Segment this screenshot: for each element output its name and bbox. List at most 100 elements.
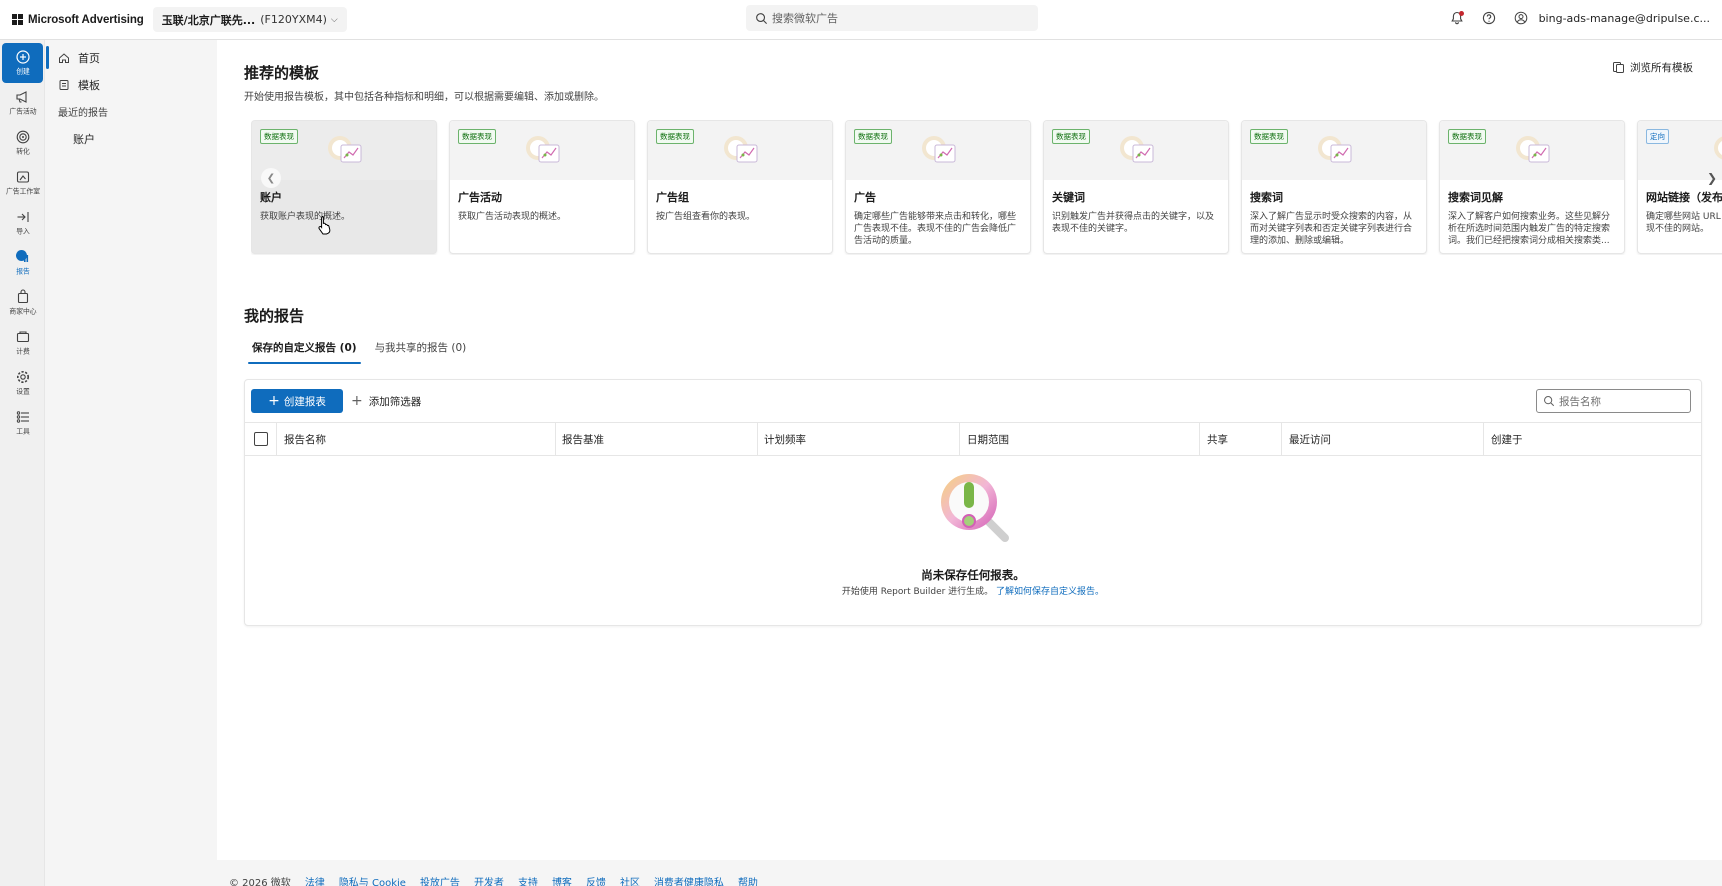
column-divider (959, 423, 960, 455)
tools-icon (16, 410, 29, 423)
rail-create[interactable]: 创建 (2, 43, 43, 83)
column-shared[interactable]: 共享 (1207, 423, 1228, 455)
footer-link-developers[interactable]: 开发者 (474, 874, 504, 886)
add-filter-label: 添加筛选器 (368, 395, 422, 408)
column-created-on[interactable]: 创建于 (1491, 423, 1523, 455)
card-title: 搜索词见解 (1448, 191, 1503, 204)
report-illustration-icon (922, 136, 956, 163)
search-icon (756, 12, 768, 24)
rail-tools-label: 工具 (15, 427, 30, 435)
rail-create-label: 创建 (15, 67, 30, 75)
carousel-previous-button[interactable]: ❮ (261, 168, 281, 188)
footer-link-feedback[interactable]: 反馈 (586, 874, 606, 886)
user-profile-button[interactable] (1505, 0, 1537, 36)
create-report-button[interactable]: + 创建报表 (251, 389, 343, 413)
footer-link-advertise[interactable]: 投放广告 (420, 874, 460, 886)
report-name-search-input[interactable]: 报告名称 (1536, 389, 1691, 413)
rail-ad-studio[interactable]: 广告工作室 (0, 163, 45, 203)
template-card-ad-group[interactable]: 数据表现 广告组 按广告组查看你的表现。 (647, 120, 833, 254)
carousel-next-button[interactable]: ❯ (1702, 168, 1722, 188)
footer-link-support[interactable]: 支持 (518, 874, 538, 886)
target-icon (16, 130, 29, 143)
rail-campaigns[interactable]: 广告活动 (0, 83, 45, 123)
card-tag: 数据表现 (854, 129, 892, 144)
card-description: 确定哪些网站 URL 目标设置表现良好，表现不佳的网站。 (1646, 212, 1722, 234)
template-card-campaign[interactable]: 数据表现 广告活动 获取广告活动表现的概述。 (449, 120, 635, 254)
card-tag: 数据表现 (656, 129, 694, 144)
subnav-home-label: 首页 (78, 51, 100, 65)
template-icon (59, 79, 69, 90)
add-filter-button[interactable]: + 添加筛选器 (351, 389, 421, 413)
rail-settings[interactable]: 设置 (0, 363, 45, 403)
learn-save-custom-report-link[interactable]: 了解如何保存自定义报告。 (996, 587, 1104, 597)
left-rail: 创建 广告活动 转化 广告工作室 导入 报告 商家中心 计费 设置 工具 (0, 40, 45, 886)
recommended-templates-description: 开始使用报告模板，其中包括各种指标和明细，可以根据需要编辑、添加或删除。 (244, 92, 604, 103)
subnav-templates[interactable]: 模板 (46, 71, 216, 98)
column-divider (757, 423, 758, 455)
template-card-ad[interactable]: 数据表现 广告 确定哪些广告能够带来点击和转化，哪些广告表现不佳。表现不佳的广告… (845, 120, 1031, 254)
report-icon (16, 250, 29, 262)
rail-reports[interactable]: 报告 (0, 243, 45, 283)
my-reports-tabs: 保存的自定义报告 (0) 与我共享的报告 (0) (248, 340, 480, 364)
shopping-bag-icon (17, 289, 28, 304)
rail-billing[interactable]: 计费 (0, 323, 45, 363)
report-illustration-icon (526, 136, 560, 163)
account-id: (F120YXM4) (260, 13, 327, 26)
global-search-input[interactable]: 搜索微软广告 (746, 5, 1038, 31)
user-email[interactable]: bing-ads-manage@dripulse.c... (1539, 12, 1710, 25)
recent-report-account[interactable]: 账户 (46, 125, 216, 152)
rail-reports-label: 报告 (15, 267, 30, 276)
footer-link-consumer-health-privacy[interactable]: 消费者健康隐私 (654, 874, 724, 886)
search-icon (1544, 396, 1555, 407)
rail-merchant-center[interactable]: 商家中心 (0, 283, 45, 323)
template-card-account[interactable]: 数据表现 账户 获取账户表现的概述。 (251, 120, 437, 254)
footer-link-blog[interactable]: 博客 (552, 874, 572, 886)
column-last-accessed[interactable]: 最近访问 (1289, 423, 1331, 455)
rail-conversions-label: 转化 (15, 147, 30, 155)
report-illustration-icon (724, 136, 758, 163)
footer-link-privacy[interactable]: 隐私与 Cookie (339, 874, 406, 886)
template-card-search-insights[interactable]: 数据表现 搜索词见解 深入了解客户如何搜索业务。这些见解分析在所选时间范围内触发… (1439, 120, 1625, 254)
template-card-search-term[interactable]: 数据表现 搜索词 深入了解广告显示时受众搜索的内容，从而对关键字列表和否定关键字… (1241, 120, 1427, 254)
card-description: 获取账户表现的概述。 (260, 212, 351, 222)
empty-state-subtitle: 开始使用 Report Builder 进行生成。 了解如何保存自定义报告。 (245, 584, 1701, 597)
rail-tools[interactable]: 工具 (0, 403, 45, 443)
column-report-name[interactable]: 报告名称 (284, 423, 326, 455)
tab-shared-with-me[interactable]: 与我共享的报告 (0) (371, 340, 471, 364)
column-schedule-frequency[interactable]: 计划频率 (764, 423, 806, 455)
microsoft-logo-icon (12, 13, 24, 26)
rail-campaigns-label: 广告活动 (8, 107, 37, 115)
card-title: 广告 (854, 191, 876, 204)
footer-link-help[interactable]: 帮助 (738, 874, 758, 886)
card-description: 获取广告活动表现的概述。 (458, 212, 567, 222)
column-divider (1483, 423, 1484, 455)
column-date-range[interactable]: 日期范围 (967, 423, 1009, 455)
help-button[interactable] (1473, 0, 1505, 36)
column-divider (1281, 423, 1282, 455)
card-tag: 数据表现 (458, 129, 496, 144)
template-card-keyword[interactable]: 数据表现 关键词 识别触发广告并获得点击的关键字，以及表现不佳的关键字。 (1043, 120, 1229, 254)
card-tag: 数据表现 (1250, 129, 1288, 144)
browse-all-templates-button[interactable]: 浏览所有模板 (1612, 60, 1693, 75)
footer-link-legal[interactable]: 法律 (305, 874, 325, 886)
column-report-basis[interactable]: 报告基准 (562, 423, 604, 455)
brand-name: Microsoft Advertising (28, 13, 144, 26)
rail-conversions[interactable]: 转化 (0, 123, 45, 163)
brand[interactable]: Microsoft Advertising (12, 13, 144, 26)
my-reports-title: 我的报告 (244, 307, 305, 325)
rail-import[interactable]: 导入 (0, 203, 45, 243)
footer-link-community[interactable]: 社区 (620, 874, 640, 886)
subnav-home[interactable]: 首页 (46, 44, 216, 71)
card-description: 深入了解客户如何搜索业务。这些见解分析在所选时间范围内触发广告的特定搜索词。我们… (1448, 212, 1611, 246)
tab-saved-custom-reports[interactable]: 保存的自定义报告 (0) (248, 340, 361, 364)
card-description: 按广告组查看你的表现。 (656, 212, 756, 222)
home-icon (59, 52, 69, 63)
select-all-checkbox[interactable] (254, 432, 268, 446)
card-title: 广告活动 (458, 191, 502, 204)
report-illustration-icon (1318, 136, 1352, 163)
notifications-button[interactable] (1441, 0, 1473, 36)
report-illustration-icon (328, 136, 362, 163)
column-divider (1199, 423, 1200, 455)
account-picker[interactable]: 玉联/北京广联先... (F120YXM4) ⌵ (152, 7, 347, 32)
column-divider (276, 423, 277, 455)
